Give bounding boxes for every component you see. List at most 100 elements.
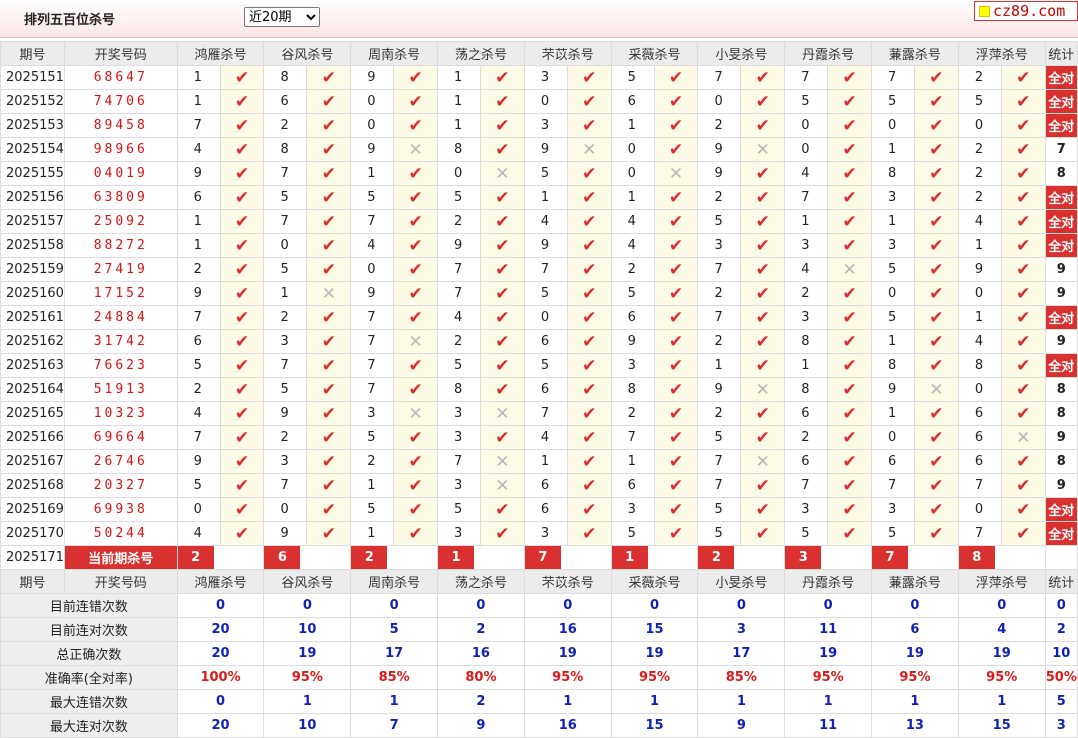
col-header-expert[interactable]: 鸿雁杀号: [176, 41, 265, 66]
header-row: 期号 开奖号码 鸿雁杀号 谷风杀号 周南杀号 荡之杀号 芣苡杀号 采薇杀号 小旻杀号 丹霞杀号 蒹露…: [0, 41, 1078, 66]
col-header-expert[interactable]: 鸿雁杀号: [176, 569, 265, 594]
kill-value: 6: [784, 401, 829, 426]
check-icon: ✔: [321, 499, 336, 520]
result-mark-cell: ✔: [306, 89, 352, 114]
kill-value: 1: [871, 209, 915, 234]
result-mark-cell: ✔: [913, 281, 959, 306]
result-mark-cell: ✔: [219, 449, 265, 474]
check-icon: ✔: [582, 163, 597, 184]
kill-value: 7: [871, 473, 915, 498]
col-header-expert[interactable]: 小旻杀号: [697, 569, 786, 594]
result-mark-cell: ✔: [740, 521, 786, 546]
result-mark-cell: ✔: [740, 161, 786, 186]
kill-value: 5: [263, 185, 308, 210]
kill-value: 9: [350, 65, 395, 90]
col-header-expert[interactable]: 谷风杀号: [263, 41, 352, 66]
check-icon: ✔: [842, 187, 857, 208]
current-kill-cell: 6: [263, 545, 352, 570]
period-cell: 2025153: [0, 113, 65, 138]
check-icon: ✔: [755, 163, 770, 184]
result-mark-cell: ✔: [740, 497, 786, 522]
kill-value: 1: [176, 233, 221, 258]
check-icon: ✔: [495, 427, 510, 448]
all-correct-badge: 全对: [1044, 113, 1078, 138]
cross-icon: ✕: [495, 451, 510, 472]
period-cell: 2025163: [0, 353, 65, 378]
check-icon: ✔: [1016, 163, 1031, 184]
col-header-expert[interactable]: 谷风杀号: [263, 569, 352, 594]
col-header-expert[interactable]: 浮萍杀号: [957, 569, 1046, 594]
kill-value: 1: [263, 281, 308, 306]
kill-value: 4: [957, 329, 1002, 354]
summary-row: 目前连错次数 0 0 0 0 0 0 0 0 0 0 0: [0, 593, 1078, 618]
col-header-expert[interactable]: 芣苡杀号: [523, 41, 612, 66]
kill-value: 2: [697, 281, 742, 306]
check-icon: ✔: [668, 355, 684, 376]
col-header-expert[interactable]: 采薇杀号: [610, 41, 699, 66]
table-row: 2025164 51913 2 ✔ 5 ✔ 7 ✔ 8 ✔ 6 ✔ 8 ✔ 9 ✕ 8 ✔ 9 ✕ 0 ✔ 8: [0, 377, 1078, 402]
cross-icon: ✕: [842, 259, 857, 280]
check-icon: ✔: [755, 403, 770, 424]
check-icon: ✔: [321, 163, 336, 184]
col-header-expert[interactable]: 浮萍杀号: [957, 41, 1046, 66]
kill-value: 2: [957, 65, 1002, 90]
result-mark-cell: ✔: [827, 305, 873, 330]
col-header-expert[interactable]: 周南杀号: [350, 569, 439, 594]
check-icon: ✔: [408, 523, 423, 544]
kill-value: 0: [610, 161, 655, 186]
result-mark-cell: ✔: [913, 113, 959, 138]
check-icon: ✔: [321, 475, 336, 496]
kill-value: 1: [437, 113, 481, 138]
result-mark-cell: ✔: [827, 113, 873, 138]
result-mark-cell: ✔: [219, 137, 265, 162]
current-kill-value: 6: [264, 546, 301, 569]
result-mark-cell: ✔: [566, 185, 612, 210]
col-header-expert[interactable]: 蒹露杀号: [871, 41, 959, 66]
result-mark-cell: ✔: [913, 305, 959, 330]
result-mark-cell: ✔: [1000, 161, 1046, 186]
check-icon: ✔: [582, 115, 597, 136]
kill-value: 1: [610, 113, 655, 138]
check-icon: ✔: [234, 403, 250, 424]
kill-value: 9: [697, 161, 742, 186]
check-icon: ✔: [842, 403, 857, 424]
cross-icon: ✕: [929, 379, 944, 400]
col-header-expert[interactable]: 蒹露杀号: [871, 569, 959, 594]
col-header-expert[interactable]: 荡之杀号: [437, 569, 525, 594]
kill-value: 7: [350, 305, 395, 330]
col-header-expert[interactable]: 荡之杀号: [437, 41, 525, 66]
result-mark-cell: ✕: [566, 137, 612, 162]
winning-number: 89458: [63, 113, 178, 138]
kill-value: 0: [784, 137, 829, 162]
kill-value: 7: [350, 377, 395, 402]
col-header-expert[interactable]: 丹霞杀号: [784, 41, 873, 66]
result-mark-cell: ✔: [306, 473, 352, 498]
summary-value: 2: [437, 689, 525, 714]
kill-value: 7: [957, 521, 1002, 546]
check-icon: ✔: [929, 475, 944, 496]
kill-value: 7: [263, 209, 308, 234]
kill-value: 2: [957, 161, 1002, 186]
col-header-expert[interactable]: 小旻杀号: [697, 41, 786, 66]
col-header-expert[interactable]: 采薇杀号: [610, 569, 699, 594]
kill-value: 7: [697, 305, 742, 330]
result-mark-cell: ✔: [913, 161, 959, 186]
check-icon: ✔: [495, 307, 510, 328]
correct-count: 9: [1044, 425, 1078, 450]
result-mark-cell: ✔: [827, 401, 873, 426]
period-range-select[interactable]: 近20期: [244, 7, 320, 27]
header-row: 期号 开奖号码 鸿雁杀号 谷风杀号 周南杀号 荡之杀号 芣苡杀号 采薇杀号 小旻杀号 丹霞杀号 蒹露…: [0, 569, 1078, 594]
cross-icon: ✕: [408, 331, 423, 352]
winning-number: 24884: [63, 305, 178, 330]
kill-value: 1: [350, 161, 395, 186]
col-header-expert[interactable]: 芣苡杀号: [523, 569, 612, 594]
summary-value: 0: [350, 593, 439, 618]
current-kill-cell: 2: [697, 545, 786, 570]
site-logo[interactable]: cz89.com: [974, 1, 1078, 21]
summary-value: 0: [957, 593, 1046, 618]
check-icon: ✔: [321, 67, 336, 88]
col-header-expert[interactable]: 周南杀号: [350, 41, 439, 66]
current-kill-value: 7: [525, 546, 561, 569]
col-header-expert[interactable]: 丹霞杀号: [784, 569, 873, 594]
result-mark-cell: ✔: [913, 425, 959, 450]
